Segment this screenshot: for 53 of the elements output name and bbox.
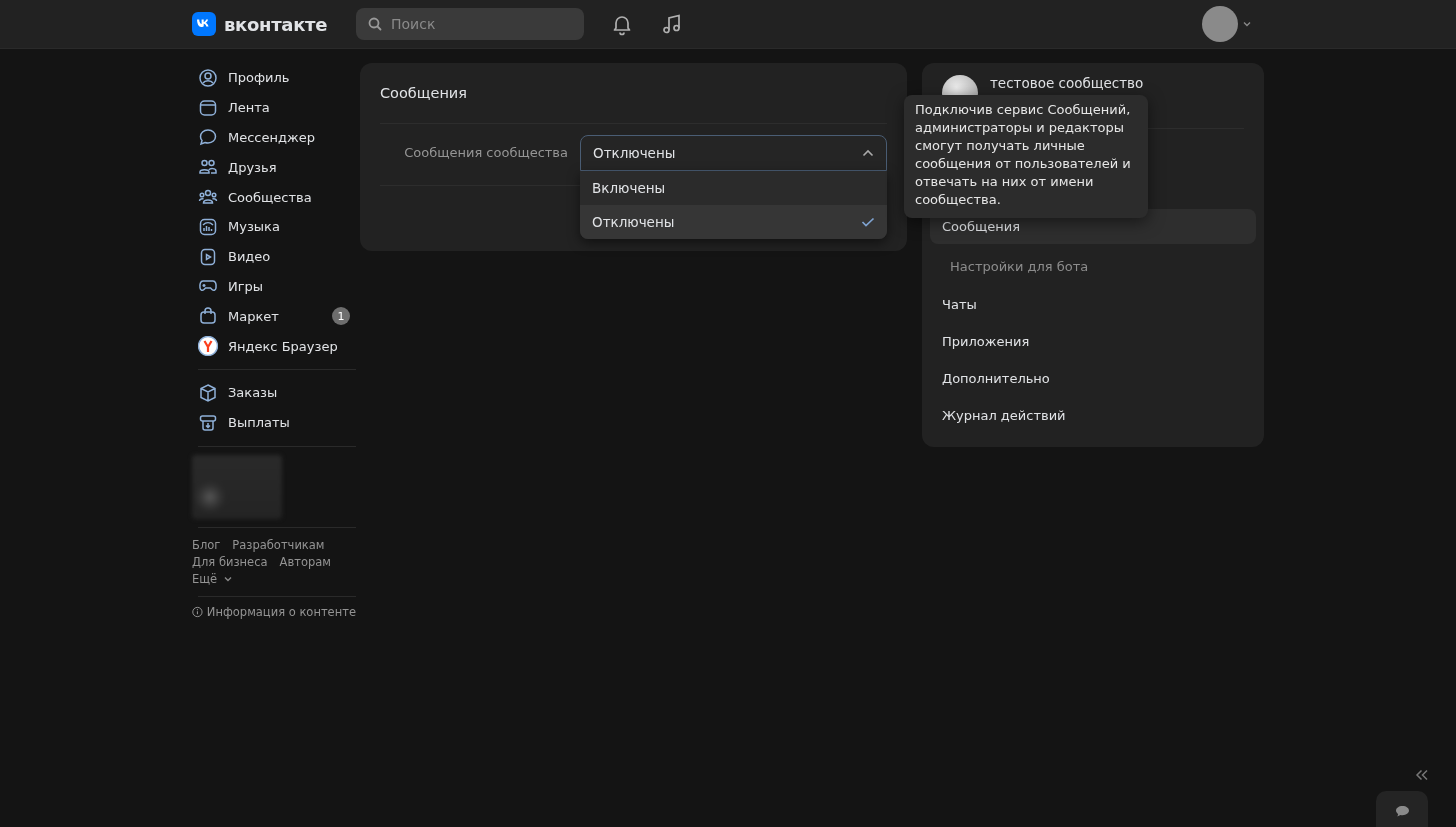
menu-item[interactable]: Дополнительно	[930, 361, 1256, 396]
sidebar-item[interactable]: Мессенджер	[192, 122, 356, 153]
sidebar-item[interactable]: Друзья	[192, 152, 356, 183]
sidebar-item[interactable]: Сообщества	[192, 182, 356, 212]
sidebar-item[interactable]: Профиль	[192, 63, 356, 93]
menu-item[interactable]: Журнал действий	[930, 398, 1256, 433]
submenu-item[interactable]: Настройки для бота	[930, 249, 1256, 284]
browser-logo-icon	[198, 336, 218, 357]
info-icon	[192, 604, 203, 619]
bag-icon	[198, 306, 218, 327]
caret-icon	[223, 575, 234, 582]
field-label: Сообщения сообщества	[403, 144, 568, 162]
sidebar-item[interactable]: Выплаты	[192, 407, 356, 438]
dropdown-option[interactable]: Отключены	[580, 205, 887, 239]
footer-link[interactable]: Ещё	[192, 571, 234, 586]
sidebar-item[interactable]: Игры	[192, 271, 356, 302]
menu-item[interactable]: Приложения	[930, 324, 1256, 359]
sidebar-item[interactable]: Заказы	[192, 377, 356, 408]
search-icon	[367, 16, 383, 32]
select-field[interactable]: Отключены	[580, 135, 887, 171]
footer-link[interactable]: Разработчикам	[232, 537, 325, 552]
profile-icon	[198, 67, 218, 88]
vk-logo-icon[interactable]	[192, 12, 216, 36]
speech-bubble-icon	[1394, 804, 1410, 818]
play-icon	[198, 246, 218, 267]
box-icon	[198, 382, 218, 403]
equalizer-icon	[198, 216, 218, 237]
chevron-up-icon	[862, 149, 874, 157]
sidebar-item[interactable]: Видео	[192, 241, 356, 272]
tooltip: Подключив сервис Сообщений, администраторы и редакторы смогут получать личные сообщения от пользователей и отвечать на них от имени сообщества.	[904, 95, 1148, 218]
double-chevron-icon[interactable]	[1414, 769, 1430, 781]
count-badge: 1	[332, 307, 350, 326]
sidebar-item[interactable]: Музыка	[192, 212, 356, 242]
card-icon	[198, 97, 218, 118]
footer-link[interactable]: Блог	[192, 537, 221, 552]
sidebar-item[interactable]: Лента	[192, 92, 356, 123]
logo-text[interactable]: вконтакте	[224, 13, 328, 35]
chat-button[interactable]	[1376, 791, 1428, 827]
check-icon	[861, 217, 875, 227]
sidebar-item[interactable]: Яндекс Браузер	[192, 331, 356, 361]
community-name: тестовое сообщество	[990, 75, 1144, 91]
card-title: Сообщения	[380, 84, 468, 103]
footer-link[interactable]: Авторам	[279, 554, 331, 569]
dropdown-option[interactable]: Включены	[580, 171, 887, 205]
avatar[interactable]	[1202, 6, 1238, 42]
footer-link[interactable]: Для бизнеса	[192, 554, 268, 569]
content-info-link[interactable]: Информация о контенте	[192, 604, 356, 619]
download-tray-icon	[198, 412, 218, 433]
caret-icon[interactable]	[1242, 21, 1252, 27]
speech-bubble-icon	[198, 127, 218, 148]
menu-item[interactable]: Чаты	[930, 287, 1256, 322]
sidebar-item[interactable]: Маркет 1	[192, 301, 356, 332]
search-field[interactable]: Поиск	[356, 8, 584, 40]
